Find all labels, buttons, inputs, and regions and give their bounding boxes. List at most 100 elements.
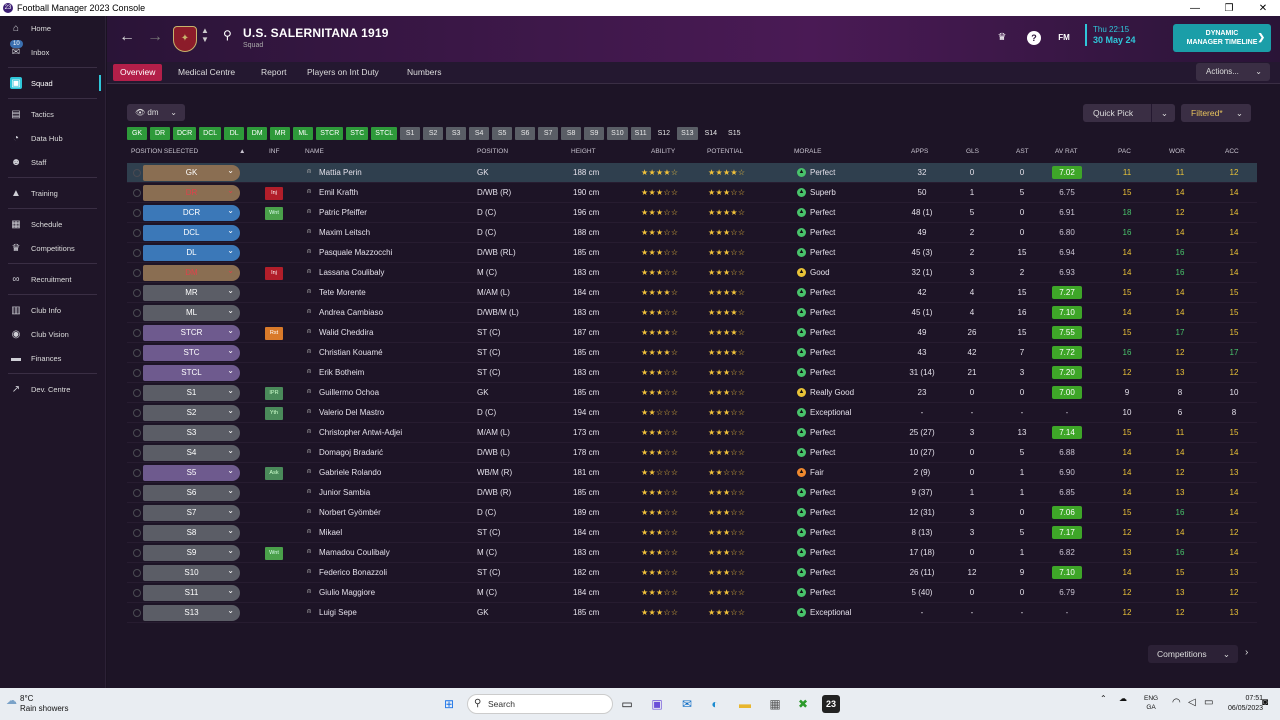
position-selected-dropdown[interactable]: S11: [143, 583, 240, 601]
fm-menu-icon[interactable]: FM: [1057, 31, 1071, 45]
col-morale[interactable]: MORALE: [794, 148, 821, 155]
row-select-radio[interactable]: [133, 569, 141, 577]
row-select-radio[interactable]: [133, 229, 141, 237]
view-selector[interactable]: 👁 dm ⌄: [127, 104, 185, 121]
tab-players-on-int-duty[interactable]: Players on Int Duty: [300, 64, 386, 81]
weather-widget[interactable]: ☁ 8°C Rain showers: [6, 694, 68, 714]
position-chip[interactable]: MR: [270, 127, 291, 140]
table-row[interactable]: STCR Rst ⍝ Walid Cheddira ST (C) 187 cm ★★★★☆ ★…: [127, 323, 1257, 343]
help-icon[interactable]: ?: [1027, 31, 1041, 45]
position-selected-dropdown[interactable]: STCL: [143, 363, 240, 381]
player-name[interactable]: Christopher Antwi-Adjei: [319, 428, 402, 437]
table-row[interactable]: S3 ⍝ Christopher Antwi-Adjei M/AM (L) 173 cm…: [127, 423, 1257, 443]
competitions-button[interactable]: Competitions ⌄: [1148, 645, 1238, 663]
position-selected-dropdown[interactable]: DCL: [143, 223, 240, 241]
trophy-icon[interactable]: ♛: [995, 31, 1009, 45]
sidebar-item-schedule[interactable]: ▦ Schedule: [0, 212, 105, 236]
close-icon[interactable]: ✕: [1246, 3, 1280, 14]
position-chip[interactable]: S5: [492, 127, 513, 140]
row-select-radio[interactable]: [133, 269, 141, 277]
volume-icon[interactable]: ◁: [1188, 697, 1196, 708]
col-potential[interactable]: POTENTIAL: [707, 148, 743, 155]
filter-button[interactable]: Filtered* ⌄: [1181, 104, 1251, 122]
position-chip[interactable]: STCL: [371, 127, 398, 140]
actions-button[interactable]: Actions... ⌄: [1196, 63, 1270, 81]
row-select-radio[interactable]: [133, 189, 141, 197]
row-select-radio[interactable]: [133, 549, 141, 557]
row-select-radio[interactable]: [133, 169, 141, 177]
player-name[interactable]: Gabriele Rolando: [319, 468, 381, 477]
sidebar-item-tactics[interactable]: ▤ Tactics: [0, 102, 105, 126]
table-row[interactable]: S4 ⍝ Domagoj Bradarić D/WB (L) 178 cm ★★★☆☆ ★★…: [127, 443, 1257, 463]
position-selected-dropdown[interactable]: DL: [143, 243, 240, 261]
row-select-radio[interactable]: [133, 429, 141, 437]
table-row[interactable]: S7 ⍝ Norbert Gyömbér D (C) 189 cm ★★★☆☆ ★★★☆☆ ▲…: [127, 503, 1257, 523]
row-select-radio[interactable]: [133, 509, 141, 517]
tab-numbers[interactable]: Numbers: [400, 64, 448, 81]
sidebar-item-staff[interactable]: ☻ Staff: [0, 150, 105, 174]
sidebar-item-dev-centre[interactable]: ↗ Dev. Centre: [0, 377, 105, 401]
position-selected-dropdown[interactable]: S8: [143, 523, 240, 541]
notifications-icon[interactable]: ◙: [1262, 697, 1268, 708]
minimize-icon[interactable]: —: [1178, 3, 1212, 14]
table-row[interactable]: STC ⍝ Christian Kouamé ST (C) 185 cm ★★★★☆ ★★★…: [127, 343, 1257, 363]
table-row[interactable]: DCL ⍝ Maxim Leitsch D (C) 188 cm ★★★☆☆ ★★★☆☆ ▲ P…: [127, 223, 1257, 243]
position-chip[interactable]: DM: [247, 127, 268, 140]
file-explorer-icon[interactable]: ▬: [736, 695, 754, 713]
position-chip[interactable]: S11: [630, 127, 651, 140]
sidebar-item-training[interactable]: ▲ Training: [0, 181, 105, 205]
position-chip[interactable]: DR: [150, 127, 170, 140]
chevron-right-icon[interactable]: ›: [1245, 647, 1248, 658]
player-name[interactable]: Walid Cheddira: [319, 328, 373, 337]
status-badge[interactable]: Ask: [265, 467, 283, 480]
player-name[interactable]: Erik Botheim: [319, 368, 364, 377]
position-selected-dropdown[interactable]: S9: [143, 543, 240, 561]
table-row[interactable]: S2 Yth ⍝ Valerio Del Mastro D (C) 194 cm ★★☆☆☆…: [127, 403, 1257, 423]
mail-icon[interactable]: ✉: [678, 695, 696, 713]
forward-arrow-icon[interactable]: →: [147, 28, 163, 46]
position-selected-dropdown[interactable]: DM: [143, 263, 240, 281]
col-apps[interactable]: APPS: [911, 148, 928, 155]
player-name[interactable]: Patric Pfeiffer: [319, 208, 367, 217]
position-chip[interactable]: DCR: [173, 127, 197, 140]
row-select-radio[interactable]: [133, 349, 141, 357]
player-name[interactable]: Andrea Cambiaso: [319, 308, 383, 317]
position-selected-dropdown[interactable]: GK: [143, 163, 240, 181]
position-selected-dropdown[interactable]: ML: [143, 303, 240, 321]
position-selected-dropdown[interactable]: S3: [143, 423, 240, 441]
status-badge[interactable]: IPR: [265, 387, 283, 400]
position-chip[interactable]: S13: [677, 127, 698, 140]
position-chip[interactable]: S10: [607, 127, 628, 140]
position-selected-dropdown[interactable]: DR: [143, 183, 240, 201]
xbox-icon[interactable]: ✖: [794, 695, 812, 713]
table-row[interactable]: S8 ⍝ Mikael ST (C) 184 cm ★★★☆☆ ★★★☆☆ ▲ Perfect 8…: [127, 523, 1257, 543]
player-name[interactable]: Mattia Perin: [319, 168, 362, 177]
row-select-radio[interactable]: [133, 609, 141, 617]
maximize-icon[interactable]: ❐: [1212, 3, 1246, 14]
position-chip[interactable]: S1: [400, 127, 421, 140]
sidebar-item-inbox[interactable]: ✉ 10 Inbox: [0, 40, 105, 64]
player-name[interactable]: Guillermo Ochoa: [319, 388, 379, 397]
position-selected-dropdown[interactable]: STCR: [143, 323, 240, 341]
dynamic-manager-timeline-button[interactable]: DYNAMIC MANAGER TIMELINE ❯: [1173, 24, 1271, 52]
row-select-radio[interactable]: [133, 449, 141, 457]
position-chip[interactable]: S9: [584, 127, 605, 140]
position-selected-dropdown[interactable]: S2: [143, 403, 240, 421]
wifi-icon[interactable]: ◠: [1172, 697, 1181, 708]
table-row[interactable]: S5 Ask ⍝ Gabriele Rolando WB/M (R) 181 cm ★★☆☆…: [127, 463, 1257, 483]
col-position[interactable]: POSITION: [477, 148, 508, 155]
search-icon[interactable]: ⚲: [223, 28, 232, 42]
edge-browser-icon[interactable]: ◐: [706, 695, 724, 713]
player-name[interactable]: Christian Kouamé: [319, 348, 383, 357]
row-select-radio[interactable]: [133, 309, 141, 317]
sidebar-item-club-vision[interactable]: ◉ Club Vision: [0, 322, 105, 346]
row-select-radio[interactable]: [133, 209, 141, 217]
status-badge[interactable]: Rst: [265, 327, 283, 340]
col-ability[interactable]: ABILITY: [651, 148, 675, 155]
player-name[interactable]: Federico Bonazzoli: [319, 568, 387, 577]
player-name[interactable]: Maxim Leitsch: [319, 228, 370, 237]
tab-medical-centre[interactable]: Medical Centre: [171, 64, 242, 81]
player-name[interactable]: Giulio Maggiore: [319, 588, 375, 597]
player-name[interactable]: Junior Sambia: [319, 488, 370, 497]
position-selected-dropdown[interactable]: S5: [143, 463, 240, 481]
